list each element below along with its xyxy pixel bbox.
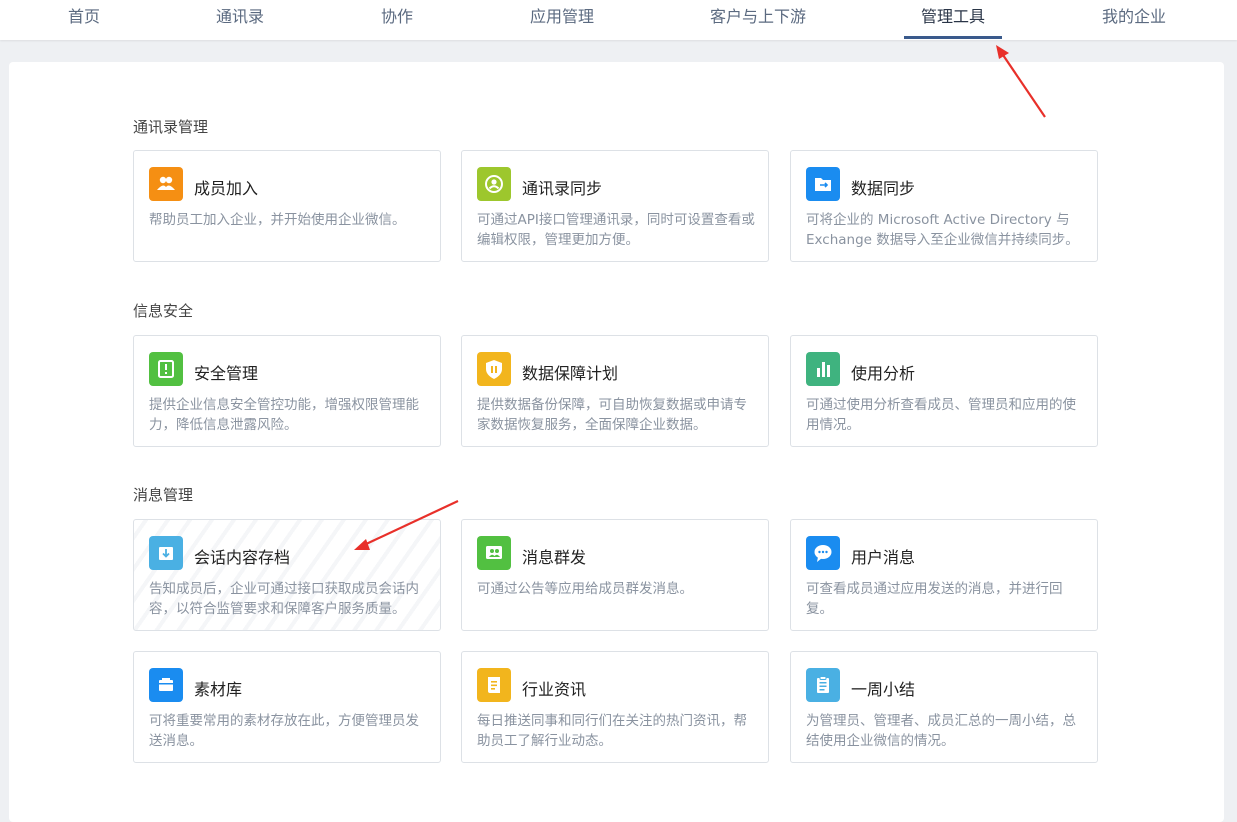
nav-tab-management-tools[interactable]: 管理工具 [904,0,1002,39]
shield-icon [477,352,511,386]
top-navigation: 首页 通讯录 协作 应用管理 客户与上下游 管理工具 我的企业 [0,0,1237,40]
card-title: 素材库 [194,680,243,699]
card-description: 可通过API接口管理通讯录，同时可设置查看或编辑权限，管理更加方便。 [477,212,755,248]
chat-bubble-icon [806,536,840,570]
card-description: 可将重要常用的素材存放在此，方便管理员发送消息。 [149,713,419,749]
card-description: 为管理员、管理者、成员汇总的一周小结，总结使用企业微信的情况。 [806,713,1076,749]
section-title-security: 信息安全 [133,302,194,320]
card-title: 通讯录同步 [522,179,603,198]
card-security-management[interactable]: 安全管理 提供企业信息安全管控功能，增强权限管理能力，降低信息泄露风险。 [133,335,441,447]
nav-tab-customers-partners[interactable]: 客户与上下游 [710,0,806,38]
contact-sync-icon [477,167,511,201]
news-doc-icon [477,668,511,702]
card-weekly-summary[interactable]: 一周小结 为管理员、管理者、成员汇总的一周小结，总结使用企业微信的情况。 [790,651,1098,763]
card-industry-news[interactable]: 行业资讯 每日推送同事和同行们在关注的热门资讯，帮助员工了解行业动态。 [461,651,769,763]
card-description: 帮助员工加入企业，并开始使用企业微信。 [149,212,406,228]
card-description: 可通过公告等应用给成员群发消息。 [477,581,693,597]
nav-tab-my-company[interactable]: 我的企业 [1102,0,1166,38]
card-title: 成员加入 [194,179,259,198]
card-title: 使用分析 [851,364,916,383]
group-message-icon [477,536,511,570]
card-member-join[interactable]: 成员加入 帮助员工加入企业，并开始使用企业微信。 [133,150,441,262]
members-join-icon [149,167,183,201]
card-description: 可通过使用分析查看成员、管理员和应用的使用情况。 [806,397,1076,433]
card-contact-sync[interactable]: 通讯录同步 可通过API接口管理通讯录，同时可设置查看或编辑权限，管理更加方便。 [461,150,769,262]
card-description: 每日推送同事和同行们在关注的热门资讯，帮助员工了解行业动态。 [477,713,747,749]
card-title: 数据同步 [851,179,916,198]
card-title: 安全管理 [194,364,259,383]
card-mass-message[interactable]: 消息群发 可通过公告等应用给成员群发消息。 [461,519,769,631]
card-title: 用户消息 [851,548,916,567]
card-data-protection-plan[interactable]: 数据保障计划 提供数据备份保障，可自助恢复数据或申请专家数据恢复服务，全面保障企… [461,335,769,447]
archive-download-icon [149,536,183,570]
clipboard-icon [806,668,840,702]
section-title-contacts: 通讯录管理 [133,118,209,136]
folder-sync-icon [806,167,840,201]
card-title: 消息群发 [522,548,587,567]
card-description: 可将企业的 Microsoft Active Directory 与 Excha… [806,212,1079,248]
card-data-sync[interactable]: 数据同步 可将企业的 Microsoft Active Directory 与 … [790,150,1098,262]
nav-tab-contacts[interactable]: 通讯录 [216,0,264,38]
nav-tab-home[interactable]: 首页 [68,0,100,38]
card-description: 提供数据备份保障，可自助恢复数据或申请专家数据恢复服务，全面保障企业数据。 [477,397,747,433]
section-title-messages: 消息管理 [133,486,194,504]
card-description: 提供企业信息安全管控功能，增强权限管理能力，降低信息泄露风险。 [149,397,419,433]
card-usage-analysis[interactable]: 使用分析 可通过使用分析查看成员、管理员和应用的使用情况。 [790,335,1098,447]
nav-tab-app-management[interactable]: 应用管理 [530,0,594,38]
bar-chart-icon [806,352,840,386]
nav-tab-collaboration[interactable]: 协作 [381,0,413,38]
card-user-messages[interactable]: 用户消息 可查看成员通过应用发送的消息，并进行回复。 [790,519,1098,631]
card-title: 行业资讯 [522,680,587,699]
security-alert-icon [149,352,183,386]
material-box-icon [149,668,183,702]
card-chat-archive[interactable]: 会话内容存档 告知成员后，企业可通过接口获取成员会话内容，以符合监管要求和保障客… [133,519,441,631]
card-title: 会话内容存档 [194,548,291,567]
card-description: 告知成员后，企业可通过接口获取成员会话内容，以符合监管要求和保障客户服务质量。 [149,581,419,617]
card-title: 数据保障计划 [522,364,619,383]
card-material-library[interactable]: 素材库 可将重要常用的素材存放在此，方便管理员发送消息。 [133,651,441,763]
card-title: 一周小结 [851,680,916,699]
card-description: 可查看成员通过应用发送的消息，并进行回复。 [806,581,1063,617]
